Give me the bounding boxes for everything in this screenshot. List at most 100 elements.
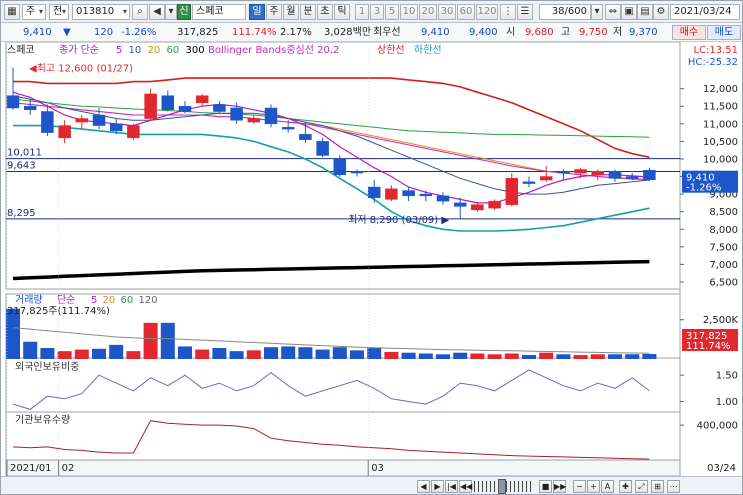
fast-forward-button[interactable]: ▶▶ — [553, 480, 566, 493]
candle-body — [6, 95, 20, 109]
price-y-tick-label: 7,500 — [709, 242, 738, 253]
x-axis-label: 02 — [62, 463, 75, 474]
volume-bar — [384, 351, 399, 359]
candle-body — [144, 93, 157, 119]
interval-30-button[interactable]: 30 — [438, 4, 456, 20]
gear-icon[interactable]: ⚙ — [653, 4, 669, 20]
sound-icon[interactable]: ◀ — [149, 4, 165, 20]
interval-3-button[interactable]: 3 — [370, 4, 384, 20]
chart-area[interactable]: 12,00011,50011,00010,50010,0009,5009,000… — [1, 42, 743, 476]
stock-name: 스페코 — [192, 4, 246, 20]
turnover-rate: 2.17% — [280, 27, 312, 38]
resize-icon[interactable]: ⇔ — [605, 4, 621, 20]
period-minute-button[interactable]: 분 — [300, 4, 316, 20]
toolbar: ▦ 주 ▾ 전 ▾ 013810 ▾ ⌕ ◀ ▾ 신 스페코 일 주 월 분 초 틱 … — [1, 1, 742, 23]
volume-bar — [264, 347, 278, 359]
candle-body — [58, 125, 71, 139]
interval-1-button[interactable]: 1 — [355, 4, 369, 20]
period-month-button[interactable]: 월 — [283, 4, 299, 20]
data-count-field[interactable]: 38/600 — [539, 4, 591, 20]
volume-bar — [556, 354, 571, 359]
candle-body — [281, 127, 295, 130]
scroll-left-button[interactable]: ◀ — [417, 480, 430, 493]
candle-body — [453, 202, 467, 207]
zoom-out-button[interactable]: − — [573, 480, 586, 493]
chart-svg[interactable]: 12,00011,50011,00010,50010,0009,5009,000… — [1, 42, 743, 476]
volume-bar — [109, 344, 124, 359]
grid-icon[interactable]: ▦ — [4, 4, 20, 20]
period-week-button[interactable]: 주 — [266, 4, 282, 20]
more-icon[interactable]: ⋯ — [667, 480, 680, 493]
ma-legend-item: 5 — [116, 45, 122, 56]
scroll-right-button[interactable]: ▶ — [431, 480, 444, 493]
candle-body — [625, 176, 639, 179]
new-badge: 신 — [177, 4, 191, 20]
market-select[interactable]: 주 ▾ — [22, 4, 46, 20]
x-axis-end-label: 03/24 — [707, 463, 736, 474]
candle-body — [127, 125, 140, 139]
price-panel-title: 스페코 — [7, 44, 35, 56]
interval-60-button[interactable]: 60 — [457, 4, 475, 20]
ma-legend-item: 60 — [167, 45, 180, 56]
interval-10-button[interactable]: 10 — [400, 4, 418, 20]
candle-body — [92, 114, 106, 126]
candle-body — [195, 95, 209, 103]
zoom-in-button[interactable]: + — [587, 480, 600, 493]
candle-body — [539, 176, 553, 181]
volume-bar — [332, 347, 347, 359]
sell-button[interactable]: 매도 — [707, 25, 741, 40]
arrange-icon[interactable]: ⊞ — [651, 480, 664, 493]
search-icon[interactable]: ⌕ — [132, 4, 148, 20]
candle-body — [230, 107, 243, 121]
interval-120-button[interactable]: 120 — [476, 4, 498, 20]
close-legend: 종가 단순 — [59, 44, 99, 56]
price-y-tick-label: 8,500 — [709, 207, 738, 218]
high-price: 9,750 — [579, 27, 608, 38]
volume-bar — [401, 352, 416, 359]
period-day-button[interactable]: 일 — [249, 4, 265, 20]
low-price: 9,370 — [629, 27, 658, 38]
open-label: 시 — [506, 27, 516, 38]
high-annotation-label: ◀최고 12,600 (01/27) — [29, 63, 133, 75]
candle-body — [264, 107, 278, 125]
volume-y-tick-label: 2,500K — [703, 315, 739, 326]
price-y-tick-label: 8,000 — [709, 225, 738, 236]
volume-bar — [195, 349, 210, 359]
image-icon[interactable]: ▣ — [621, 4, 637, 20]
count-stepper-icon[interactable]: ▾ — [591, 4, 603, 20]
best-ask: 9,400 — [469, 27, 498, 38]
candle-body — [385, 188, 398, 200]
settings-small-icon[interactable]: ⋮ — [500, 4, 516, 20]
date-field[interactable]: 2021/03/24 — [670, 4, 740, 20]
font-size-button[interactable]: A — [601, 480, 614, 493]
period-second-button[interactable]: 초 — [317, 4, 333, 20]
stop-button[interactable]: ■ — [539, 480, 552, 493]
buy-button[interactable]: 매수 — [672, 25, 706, 40]
candle-body — [557, 171, 570, 174]
interval-5-button[interactable]: 5 — [385, 4, 399, 20]
dropdown-icon[interactable]: ▾ — [165, 4, 177, 20]
candle-body — [522, 181, 536, 184]
candle-body — [41, 111, 54, 133]
expand-icon[interactable]: ⤢ — [635, 480, 648, 493]
volume-bar — [160, 322, 175, 359]
down-arrow-icon: ▼ — [63, 27, 71, 38]
save-icon[interactable]: ▤ — [637, 4, 653, 20]
volume-bar — [315, 349, 330, 359]
list-icon[interactable]: ☰ — [517, 4, 533, 20]
stock-code-input[interactable]: 013810 ▾ — [72, 4, 130, 20]
zoom-handle[interactable] — [498, 479, 506, 494]
volume-bar — [23, 341, 38, 359]
price-change: 120 — [94, 27, 114, 38]
scroll-fast-button[interactable]: ◀◀ — [459, 480, 472, 493]
interval-20-button[interactable]: 20 — [419, 4, 437, 20]
market-type-select[interactable]: 전 ▾ — [49, 4, 69, 20]
crosshair-icon[interactable]: ✚ — [619, 480, 632, 493]
period-tick-button[interactable]: 틱 — [334, 4, 350, 20]
volume-bar — [608, 354, 622, 359]
candle-body — [505, 178, 519, 205]
price-y-tick-label: 6,500 — [709, 277, 738, 288]
scroll-start-button[interactable]: |◀ — [445, 480, 458, 493]
candle-body — [591, 171, 605, 176]
reference-line-label: 8,295 — [7, 208, 36, 219]
